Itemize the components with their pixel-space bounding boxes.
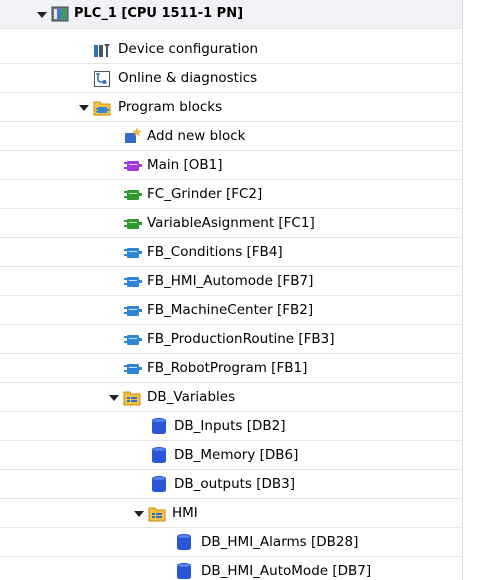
tree-item-block[interactable]: FB_MachineCenter [FB2] [0,296,462,325]
tree-item-db-variables[interactable]: DB_Variables [0,383,462,412]
function-block-icon [124,216,142,232]
tree-item-label: DB_Variables [147,389,236,405]
tree-item-plc[interactable]: PLC_1 [CPU 1511-1 PN] [0,0,462,29]
tree-item-label: Main [OB1] [147,157,223,173]
tree-item-label: FC_Grinder [FC2] [147,186,263,202]
data-block-icon [152,418,166,435]
db-group-folder-icon [123,389,141,407]
expand-arrow-icon[interactable] [109,395,119,401]
function-block-icon [124,187,142,203]
tree-item-label: Program blocks [118,99,223,115]
function-block-icon [124,332,142,348]
db-group-folder-icon [148,505,166,523]
program-blocks-folder-icon [93,99,111,117]
tree-item-label: FB_Conditions [FB4] [147,244,283,260]
tree-item-data-block[interactable]: DB_Inputs [DB2] [0,412,462,441]
tree-item-program-blocks[interactable]: Program blocks [0,93,462,122]
tree-item-online-diagnostics[interactable]: Online & diagnostics [0,64,462,93]
function-block-icon [124,245,142,261]
tree-item-label: Add new block [147,128,246,144]
tree-item-device-configuration[interactable]: Device configuration [0,35,462,64]
function-block-icon [124,303,142,319]
tree-item-data-block[interactable]: DB_Memory [DB6] [0,441,462,470]
data-block-icon [152,476,166,493]
online-diagnostics-icon [93,70,111,88]
tree-item-label: DB_HMI_Alarms [DB28] [201,534,359,550]
expand-arrow-icon[interactable] [79,105,89,111]
adjacent-column [462,0,479,580]
tree-item-label: FB_ProductionRoutine [FB3] [147,331,335,347]
tree-item-block[interactable]: FB_Conditions [FB4] [0,238,462,267]
tree-item-label: HMI [172,505,198,521]
tree-item-label: DB_outputs [DB3] [174,476,296,492]
tree-item-data-block[interactable]: DB_HMI_Alarms [DB28] [0,528,462,557]
tree-item-label: FB_HMI_Automode [FB7] [147,273,314,289]
tree-item-label: FB_MachineCenter [FB2] [147,302,314,318]
tree-item-label: Online & diagnostics [118,70,258,86]
tree-item-label: DB_Inputs [DB2] [174,418,286,434]
organization-block-icon [124,158,142,174]
function-block-icon [124,361,142,377]
data-block-icon [177,534,191,551]
data-block-icon [177,563,191,580]
tree-item-block[interactable]: FB_HMI_Automode [FB7] [0,267,462,296]
tree-item-data-block[interactable]: DB_outputs [DB3] [0,470,462,499]
tree-item-block[interactable]: VariableAsignment [FC1] [0,209,462,238]
tree-item-block[interactable]: FC_Grinder [FC2] [0,180,462,209]
tree-item-label: PLC_1 [CPU 1511-1 PN] [74,6,244,21]
expand-arrow-icon[interactable] [37,12,47,18]
tree-item-label: Device configuration [118,41,259,57]
tree-item-data-block[interactable]: DB_HMI_AutoMode [DB7] [0,557,462,580]
expand-arrow-icon[interactable] [134,511,144,517]
tree-item-block[interactable]: FB_RobotProgram [FB1] [0,354,462,383]
tree-item-label: DB_Memory [DB6] [174,447,299,463]
project-tree: PLC_1 [CPU 1511-1 PN] Device configurati… [0,0,479,580]
device-configuration-icon [93,41,111,59]
plc-device-icon [51,5,69,23]
data-block-icon [152,447,166,464]
tree-item-label: FB_RobotProgram [FB1] [147,360,308,376]
tree-item-add-new-block[interactable]: Add new block [0,122,462,151]
tree-item-block[interactable]: Main [OB1] [0,151,462,180]
tree-item-label: VariableAsignment [FC1] [147,215,315,231]
tree-item-hmi[interactable]: HMI [0,499,462,528]
add-new-block-icon [124,127,142,145]
tree-item-block[interactable]: FB_ProductionRoutine [FB3] [0,325,462,354]
tree-item-label: DB_HMI_AutoMode [DB7] [201,563,372,579]
function-block-icon [124,274,142,290]
